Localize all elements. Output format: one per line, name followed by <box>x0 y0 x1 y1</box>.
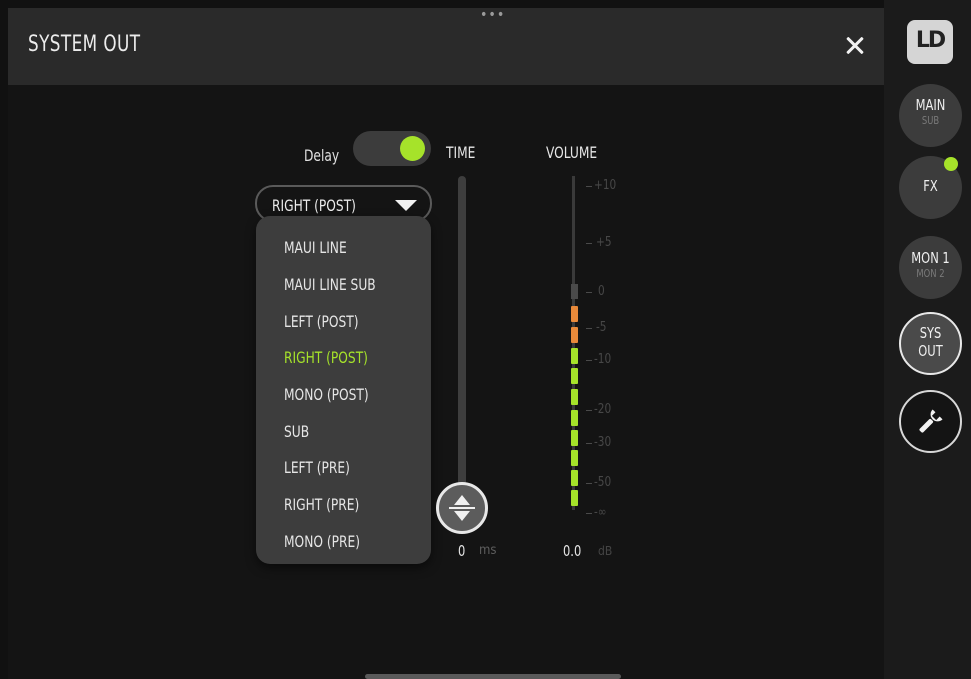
fx-active-indicator <box>944 157 958 171</box>
delay-label: Delay <box>304 146 340 165</box>
scale-label: +10 <box>594 178 617 193</box>
nav-system-out-button[interactable]: SYS OUT <box>899 312 962 375</box>
scale-label: +5 <box>596 235 612 250</box>
dropdown-option-maui-line-sub[interactable]: MAUI LINE SUB <box>284 275 376 301</box>
dropdown-option-mono-pre[interactable]: MONO (PRE) <box>284 532 360 558</box>
app-screen: SYSTEM OUT ••• Delay TIME VOLUME RIGHT (… <box>0 0 971 679</box>
volume-fader-cap[interactable] <box>571 284 578 299</box>
chevron-down-icon <box>395 200 417 211</box>
dropdown-option-left-post[interactable]: LEFT (POST) <box>284 312 358 338</box>
system-out-panel: SYSTEM OUT ••• <box>8 8 884 679</box>
meter-segment <box>571 410 578 426</box>
meter-segment <box>571 368 578 384</box>
delay-toggle[interactable] <box>353 131 431 166</box>
scale-label: -30 <box>594 435 612 450</box>
arrow-down-icon <box>454 511 470 521</box>
meter-segment <box>571 348 578 364</box>
close-icon[interactable] <box>841 32 869 60</box>
scale-label: 0 <box>598 284 605 299</box>
nav-main-sublabel: SUB <box>921 114 940 127</box>
scale-label: -50 <box>594 475 612 490</box>
nav-main-label: MAIN <box>915 96 946 114</box>
bottom-drag-handle[interactable] <box>365 674 621 679</box>
meter-segment <box>571 327 578 343</box>
nav-fx-label: FX <box>923 177 938 195</box>
scale-label: -20 <box>594 402 612 417</box>
dropdown-option-right-pre[interactable]: RIGHT (PRE) <box>284 495 359 521</box>
time-value: 0 <box>458 542 466 560</box>
dropdown-option-left-pre[interactable]: LEFT (PRE) <box>284 458 350 484</box>
dropdown-option-sub[interactable]: SUB <box>284 422 309 448</box>
title-bar: SYSTEM OUT ••• <box>8 8 884 85</box>
arrow-up-icon <box>454 495 470 505</box>
meter-segment <box>571 389 578 405</box>
time-slider-handle[interactable] <box>436 482 488 534</box>
volume-label: VOLUME <box>546 143 598 162</box>
scale-label: -5 <box>596 320 607 335</box>
delay-toggle-knob <box>400 136 425 161</box>
scale-label: -10 <box>594 352 612 367</box>
scale-label: -∞ <box>594 505 607 520</box>
dropdown-option-maui-line[interactable]: MAUI LINE <box>284 238 347 264</box>
time-label: TIME <box>446 143 476 162</box>
more-handle-icon[interactable]: ••• <box>480 8 505 22</box>
volume-value: 0.0 <box>563 542 582 560</box>
nav-sys-label-line2: OUT <box>918 342 943 360</box>
volume-unit: dB <box>598 544 613 558</box>
meter-segment <box>571 430 578 446</box>
nav-settings-button[interactable] <box>899 390 962 453</box>
nav-monitor-button[interactable]: MON 1 MON 2 <box>899 236 962 299</box>
nav-monitor-sublabel: MON 2 <box>916 267 945 280</box>
output-select-value: RIGHT (POST) <box>272 196 356 215</box>
time-unit: ms <box>479 543 497 558</box>
nav-monitor-label: MON 1 <box>911 249 950 267</box>
meter-segment <box>571 470 578 486</box>
output-dropdown-menu: MAUI LINE MAUI LINE SUB LEFT (POST) RIGH… <box>256 216 431 564</box>
meter-segment <box>571 450 578 466</box>
page-title: SYSTEM OUT <box>28 32 141 57</box>
time-slider-track[interactable] <box>458 176 466 510</box>
dropdown-option-mono-post[interactable]: MONO (POST) <box>284 385 369 411</box>
nav-main-button[interactable]: MAIN SUB <box>899 84 962 147</box>
wrench-icon <box>919 409 943 433</box>
nav-sys-label-line1: SYS <box>919 324 942 342</box>
meter-segment <box>571 490 578 506</box>
dropdown-option-right-post[interactable]: RIGHT (POST) <box>284 348 368 374</box>
app-logo: LD <box>907 20 953 64</box>
meter-segment <box>571 306 578 322</box>
